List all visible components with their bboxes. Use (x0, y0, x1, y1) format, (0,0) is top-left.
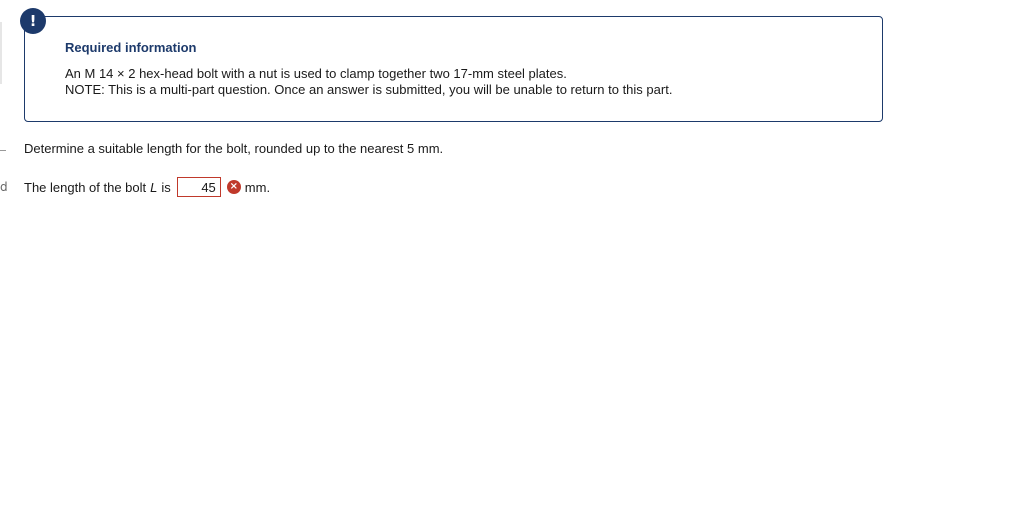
required-information-box: Required information An M 14 × 2 hex-hea… (24, 16, 883, 122)
problem-statement: An M 14 × 2 hex-head bolt with a nut is … (65, 66, 567, 81)
page: d Required information An M 14 × 2 hex-h… (0, 0, 1024, 517)
incorrect-icon: × (226, 180, 241, 194)
left-edge-dash (0, 150, 6, 151)
multi-part-note: NOTE: This is a multi-part question. Onc… (65, 82, 673, 97)
info-title: Required information (65, 40, 197, 55)
left-edge-text: d (0, 180, 8, 194)
left-edge-divider (0, 22, 2, 84)
alert-icon: ! (20, 8, 46, 34)
answer-row: The length of the bolt L is × mm. (24, 176, 270, 198)
bolt-length-input[interactable] (176, 177, 221, 197)
question-text: Determine a suitable length for the bolt… (24, 141, 444, 156)
answer-variable: L (150, 179, 158, 195)
answer-suffix: is (161, 179, 171, 195)
unit-label: mm. (244, 179, 271, 195)
answer-prefix: The length of the bolt (24, 179, 147, 195)
